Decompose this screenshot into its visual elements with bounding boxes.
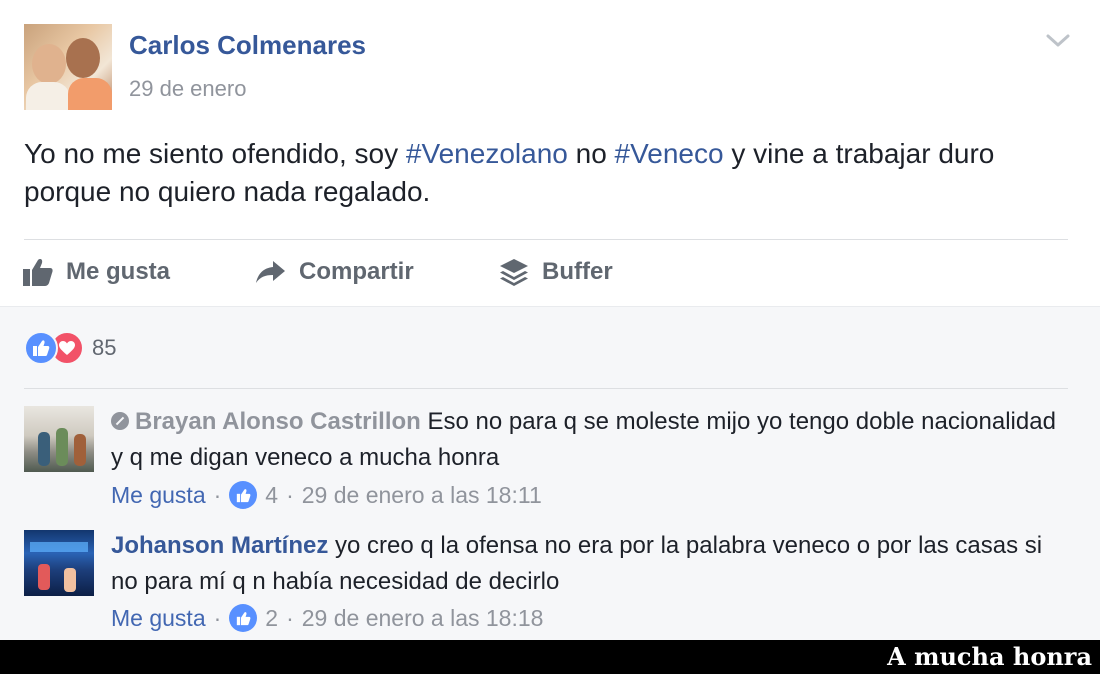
separator: · [286,481,294,508]
commenter-avatar[interactable] [24,530,94,596]
share-button[interactable]: Compartir [255,254,414,290]
comment-like-link[interactable]: Me gusta [111,482,206,509]
post-text-part: Yo no me siento ofendido, soy [24,138,406,169]
comment-like-count[interactable]: 4 [265,482,278,509]
reactions-summary[interactable]: 85 [24,330,116,366]
commenter-avatar[interactable] [24,406,94,472]
share-button-label: Compartir [299,258,414,285]
author-name[interactable]: Carlos Colmenares [129,30,366,61]
divider [24,239,1068,240]
like-button[interactable]: Me gusta [22,254,170,290]
like-button-label: Me gusta [66,258,171,285]
comment-meta: Me gusta · 2 · 29 de enero a las 18:18 [111,601,543,635]
author-avatar[interactable] [24,24,112,110]
separator: · [286,604,294,631]
separator: · [213,604,222,631]
comment-body: Johanson Martínez yo creo q la ofensa no… [111,528,1071,600]
like-reaction-icon [229,604,258,632]
comment-body: Brayan Alonso Castrillon Eso no para q s… [111,404,1071,476]
share-arrow-icon [256,261,285,283]
image-caption: A mucha honra [887,642,1092,671]
like-reaction-icon [24,331,58,365]
buffer-button-label: Buffer [542,258,613,285]
comment-timestamp[interactable]: 29 de enero a las 18:11 [302,482,542,509]
reaction-count: 85 [92,335,117,360]
verified-icon [111,411,129,430]
comment-like-count[interactable]: 2 [265,605,278,632]
commenter-name[interactable]: Brayan Alonso Castrillon [111,408,421,435]
post-date[interactable]: 29 de enero [129,76,246,102]
thumbs-up-icon [23,259,53,286]
commenter-name-text: Brayan Alonso Castrillon [135,408,421,435]
buffer-button[interactable]: Buffer [498,254,613,290]
chevron-down-icon[interactable] [1044,28,1072,52]
like-reaction-icon [229,481,258,509]
post-text-part: no [567,138,615,169]
comment-meta: Me gusta · 4 · 29 de enero a las 18:11 [111,478,542,512]
commenter-name[interactable]: Johanson Martínez [111,532,328,559]
hashtag-link[interactable]: #Venezolano [406,138,568,169]
hashtag-link[interactable]: #Veneco [615,138,724,169]
separator: · [213,481,222,508]
buffer-stack-icon [500,259,528,286]
post-text: Yo no me siento ofendido, soy #Venezolan… [24,135,1074,211]
divider [24,388,1068,389]
comment-like-link[interactable]: Me gusta [111,605,206,632]
comment-timestamp[interactable]: 29 de enero a las 18:18 [302,605,544,632]
